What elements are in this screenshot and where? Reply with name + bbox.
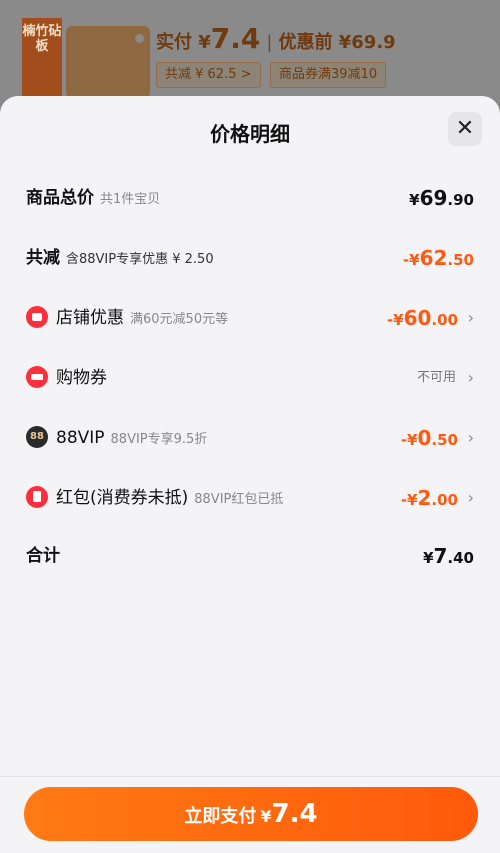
vip-88-icon: 88 (26, 425, 48, 448)
pay-label: 立即支付 (184, 806, 257, 827)
chevron-right-icon: › (467, 428, 474, 447)
row-sub: 88VIP红包已抵 (194, 492, 284, 507)
row-label: 红包(消费券未抵) (56, 488, 189, 508)
pay-amount: 7.4 (271, 799, 318, 829)
bottom-bar: 立即支付 ¥7.4 (0, 776, 500, 853)
paid-amount: 7.4 (210, 22, 261, 55)
row-total: 合计 ¥7.40 (26, 536, 474, 576)
sheet-title: 价格明细 (210, 122, 290, 146)
row-label: 购物券 (56, 368, 107, 388)
chevron-right-icon: › (467, 308, 474, 327)
row-amount: ¥69.90 (409, 186, 474, 210)
row-goods-total: 商品总价 共1件宝贝 ¥69.90 (26, 178, 474, 218)
chevron-right-icon: › (467, 488, 474, 507)
price-detail-sheet: 价格明细 ✕ 商品总价 共1件宝贝 ¥69.90 共减 含88VIP专享优惠 ¥ 2… (0, 96, 500, 852)
pay-now-button[interactable]: 立即支付 ¥7.4 (24, 787, 478, 841)
row-total-discount: 共减 含88VIP专享优惠 ¥ 2.50 -¥62.50 (26, 238, 474, 278)
coupon-chip: 商品券满39减10 (270, 62, 387, 88)
close-button[interactable]: ✕ (448, 112, 482, 146)
red-packet-icon (26, 485, 48, 508)
row-label: 88VIP (56, 428, 105, 448)
row-shop-discount[interactable]: 店铺优惠 满60元减50元等 -¥60.00 › (26, 298, 474, 338)
row-amount: -¥0.50 (400, 426, 458, 450)
total-saved-chip[interactable]: 共减 ¥ 62.5 > (156, 62, 261, 88)
product-summary: 楠竹砧板 实付 ¥7.4 | 优惠前 ¥69.9 共减 ¥ 62.5 > 商品券满3… (0, 0, 500, 110)
row-sub: 88VIP专享9.5折 (110, 432, 208, 447)
row-shopping-coupon[interactable]: 购物券 不可用 › (26, 358, 474, 398)
row-label: 共减 (26, 248, 60, 268)
row-88vip[interactable]: 88 88VIP 88VIP专享9.5折 -¥0.50 › (26, 418, 474, 458)
paid-label: 实付 ¥ (156, 32, 211, 53)
chevron-right-icon: › (467, 368, 474, 387)
coupon-status: 不可用 (416, 370, 456, 385)
row-sub: 含88VIP专享优惠 ¥ 2.50 (66, 252, 214, 267)
ticket-icon (26, 365, 48, 388)
product-thumbnail: 楠竹砧板 (22, 18, 150, 98)
row-sub: 满60元减50元等 (130, 312, 229, 327)
pay-currency: ¥ (260, 807, 272, 826)
paid-price-line: 实付 ¥7.4 | 优惠前 ¥69.9 (156, 22, 396, 55)
row-red-packet[interactable]: 红包(消费券未抵) 88VIP红包已抵 -¥2.00 › (26, 478, 474, 518)
original-price: 优惠前 ¥69.9 (278, 32, 396, 53)
row-amount: -¥62.50 (402, 246, 474, 270)
row-label: 商品总价 (26, 188, 94, 208)
row-amount: ¥7.40 (423, 544, 474, 568)
row-amount: -¥60.00 (386, 306, 458, 330)
row-amount: -¥2.00 (400, 486, 458, 510)
cutting-board-image (66, 26, 150, 98)
row-label: 店铺优惠 (56, 308, 124, 328)
shop-icon (26, 305, 48, 328)
close-icon: ✕ (455, 116, 475, 141)
product-thumbnail-tag: 楠竹砧板 (22, 18, 62, 98)
row-sub: 共1件宝贝 (100, 192, 161, 207)
row-label: 合计 (26, 546, 60, 566)
